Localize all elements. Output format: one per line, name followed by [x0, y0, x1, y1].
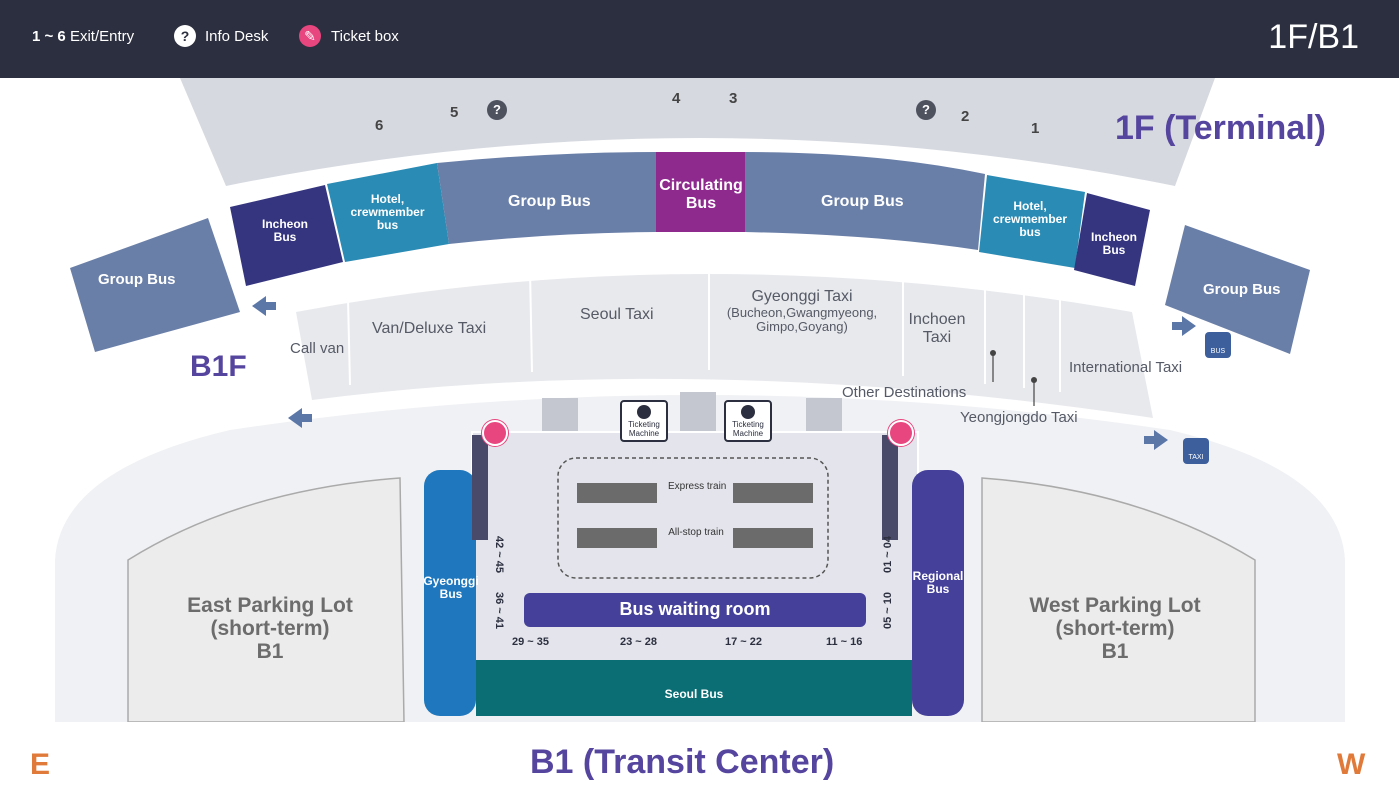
info-desk-icon: ?: [916, 100, 936, 120]
exit-2: 2: [961, 108, 970, 125]
gyeonggi-taxi-label: Gyeonggi Taxi (Bucheon,Gwangmyeong, Gimp…: [712, 288, 892, 334]
exit-4: 4: [672, 90, 681, 107]
gate-range-23-28: 23 ~ 28: [620, 636, 658, 648]
b1f-title: B1F: [190, 350, 247, 383]
exit-5: 5: [450, 104, 459, 121]
transit-hall: [471, 431, 919, 663]
yeongjongdo-taxi-label: Yeongjongdo Taxi: [960, 409, 1078, 426]
group-bus-far-right-label: Group Bus: [1203, 281, 1281, 298]
gyeonggi-taxi-title: Gyeonggi Taxi: [751, 288, 853, 305]
exit-3: 3: [729, 90, 738, 107]
terminal-title: 1F (Terminal): [1115, 109, 1326, 147]
gyeonggi-taxi-sub2: Gimpo,Goyang): [756, 318, 848, 334]
ticket-box-icon: [482, 420, 508, 446]
hotel-bus-right-label: Hotel, crewmember bus: [992, 199, 1068, 240]
exit-6: 6: [375, 117, 384, 134]
express-train-label: Express train: [668, 481, 727, 492]
ticket-icon: [637, 405, 651, 419]
ticketing-machine-left: Ticketing Machine: [620, 400, 668, 442]
legend-ticket-box: Ticket box: [331, 28, 399, 45]
allstop-train-label: All-stop train: [668, 527, 724, 538]
bus-sign-icon: BUS: [1205, 332, 1231, 358]
taxi-sign-icon: TAXI: [1183, 438, 1209, 464]
gate-range-36-41: 36 ~ 41: [493, 592, 505, 630]
group-bus-left-label: Group Bus: [508, 193, 591, 210]
floor-code: 1F/B1: [1268, 18, 1359, 56]
group-bus-right-label: Group Bus: [821, 193, 904, 210]
legend-bar: 1 ~ 6 Exit/Entry ? Info Desk ✎ Ticket bo…: [0, 0, 1399, 78]
west-parking-label: West Parking Lot (short-term) B1: [1029, 594, 1201, 664]
ticketing-machine-right: Ticketing Machine: [724, 400, 772, 442]
incheon-bus-right-label: Incheon Bus: [1090, 230, 1137, 258]
circulating-bus-label: Circulating Bus: [659, 177, 743, 212]
regional-bus-label: Regional Bus: [912, 569, 964, 597]
legend-exit: 1 ~ 6 Exit/Entry: [32, 28, 135, 45]
gyeonggi-bus-label: Gyeonggi Bus: [423, 574, 479, 602]
incheon-bus-left-label: Incheon Bus: [261, 217, 308, 245]
incheon-taxi-label: Inchoen Taxi: [908, 311, 966, 346]
gate-range-17-22: 17 ~ 22: [725, 636, 763, 648]
exit-1: 1: [1031, 120, 1040, 137]
transit-center-title: B1 (Transit Center): [530, 743, 835, 781]
ticket-icon: [741, 405, 755, 419]
hotel-bus-left-label: Hotel, crewmember bus: [350, 192, 425, 233]
international-taxi-label: International Taxi: [1069, 359, 1183, 376]
east-parking-label: East Parking Lot (short-term) B1: [187, 594, 353, 664]
seoul-bus-label: Seoul Bus: [664, 687, 724, 701]
group-bus-far-left-label: Group Bus: [98, 271, 176, 288]
info-desk-icon: ?: [174, 25, 196, 47]
compass-east: E: [30, 748, 51, 781]
legend-info-desk: Info Desk: [205, 28, 269, 45]
info-desk-icon: ?: [487, 100, 507, 120]
compass-west: W: [1337, 748, 1366, 781]
gate-range-01-04: 01 ~ 04: [882, 536, 894, 574]
bus-waiting-room-label: Bus waiting room: [619, 599, 771, 619]
seoul-taxi-label: Seoul Taxi: [580, 306, 654, 323]
ticket-box-icon: ✎: [299, 25, 321, 47]
other-destinations-label: Other Destinations: [842, 384, 967, 401]
gyeonggi-taxi-sub1: (Bucheon,Gwangmyeong,: [726, 304, 878, 320]
gate-range-05-10: 05 ~ 10: [882, 592, 894, 630]
gate-range-29-35: 29 ~ 35: [512, 636, 550, 648]
gate-range-42-45: 42 ~ 45: [493, 536, 505, 574]
left-gate-bar: [472, 435, 488, 540]
van-deluxe-taxi-label: Van/Deluxe Taxi: [372, 320, 487, 337]
gate-range-11-16: 11 ~ 16: [826, 636, 863, 648]
ticket-box-icon: [888, 420, 914, 446]
call-van-label: Call van: [290, 340, 345, 357]
right-gate-bar: [882, 435, 898, 540]
map-stage: 1 ~ 6 Exit/Entry ? Info Desk ✎ Ticket bo…: [0, 0, 1399, 809]
